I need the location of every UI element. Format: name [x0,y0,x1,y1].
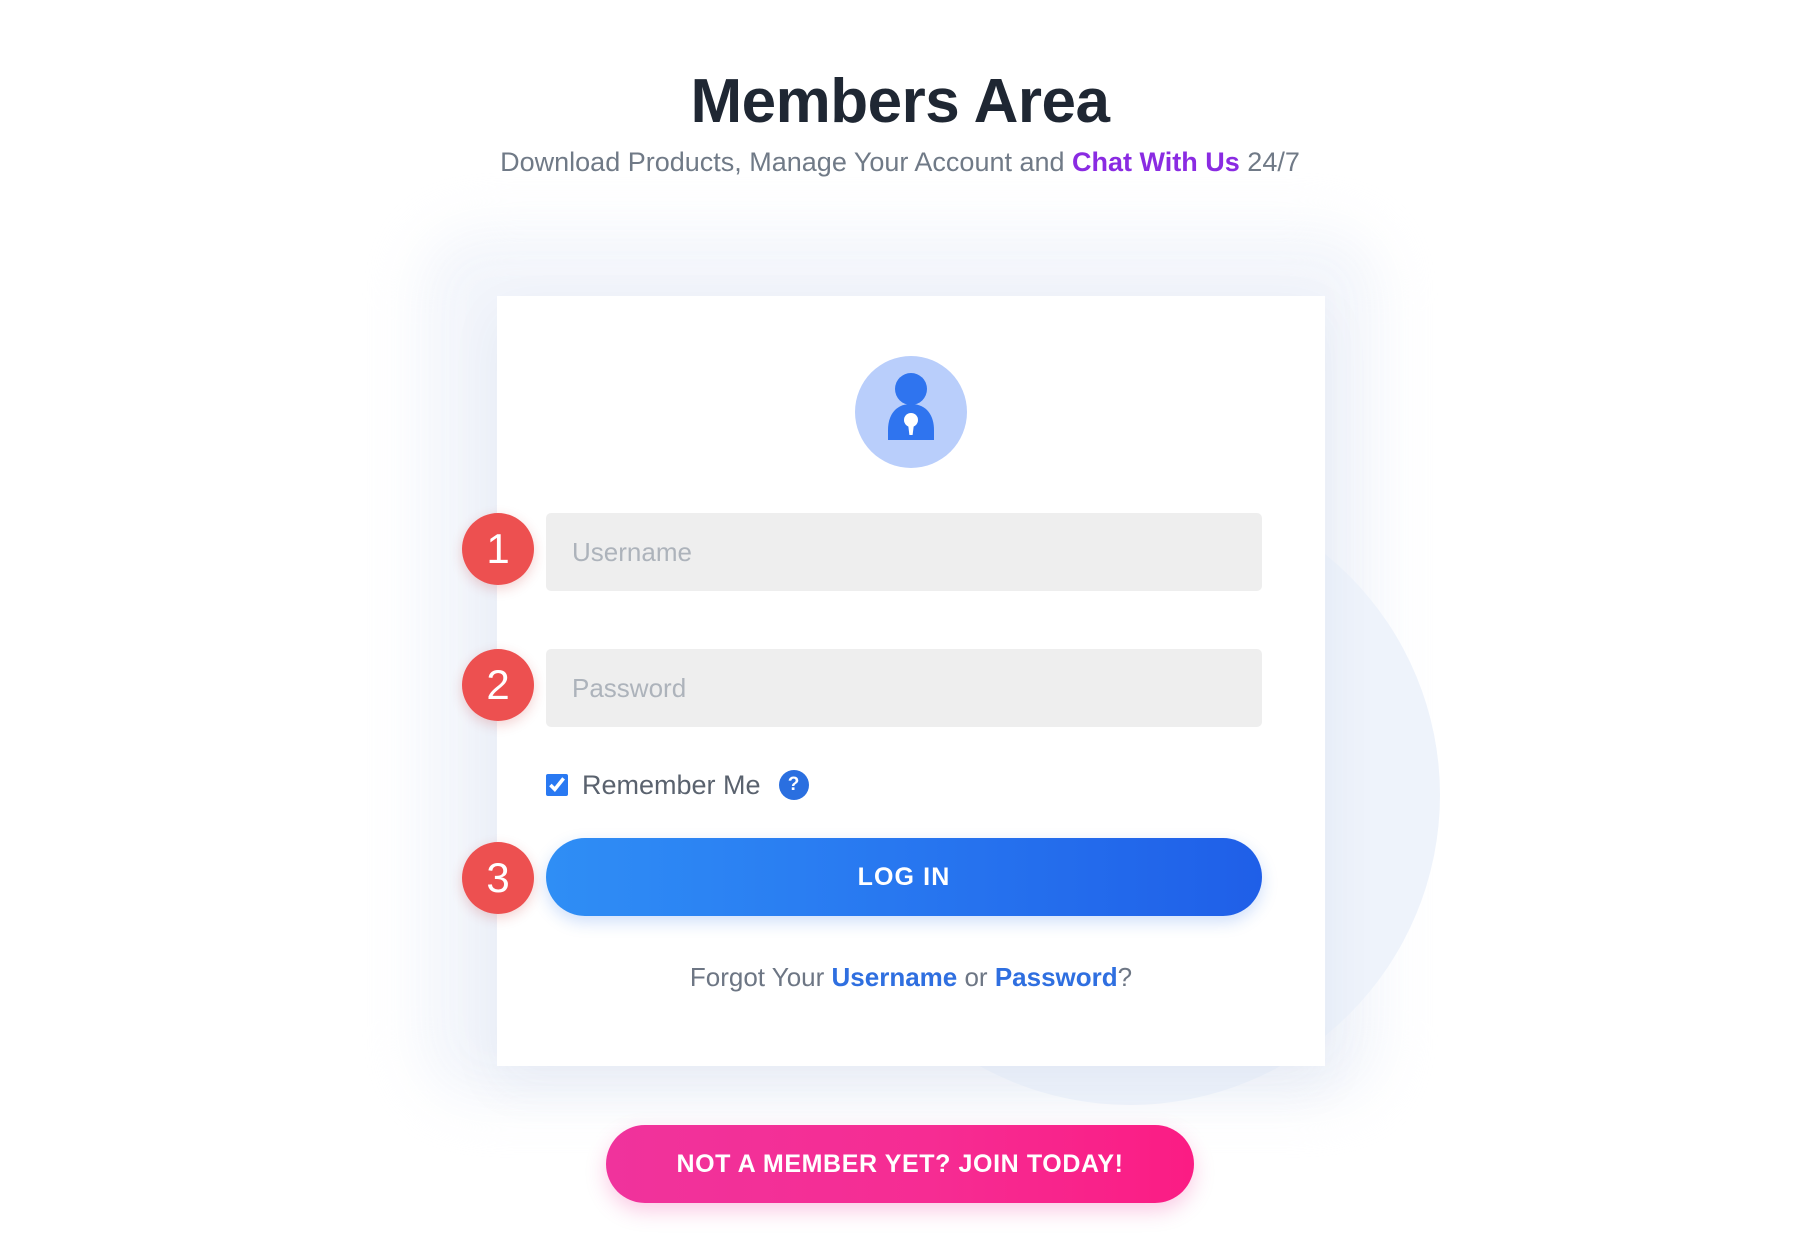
subtitle-text-before: Download Products, Manage Your Account a… [500,147,1073,177]
password-input[interactable] [546,649,1262,727]
remember-me-label: Remember Me [582,769,761,800]
remember-me-row: Remember Me ? [546,768,809,802]
forgot-username-link[interactable]: Username [832,962,958,992]
forgot-separator-text: or [957,962,995,992]
page-title: Members Area [690,66,1110,136]
forgot-password-link[interactable]: Password [995,962,1118,992]
chat-with-us-link[interactable]: Chat With Us [1072,147,1240,177]
forgot-credentials-line: Forgot Your Username or Password? [497,962,1325,993]
forgot-suffix-text: ? [1117,962,1133,992]
members-area-page: Members Area Download Products, Manage Y… [0,0,1800,1260]
join-today-button[interactable]: NOT A MEMBER YET? JOIN TODAY! [606,1125,1194,1203]
step-badge-2: 2 [462,649,534,721]
step-badge-1: 1 [462,513,534,585]
help-question-icon[interactable]: ? [778,770,809,800]
subtitle-text-after: 24/7 [1239,147,1300,177]
page-subtitle: Download Products, Manage Your Account a… [0,144,1800,182]
login-button[interactable]: LOG IN [546,838,1262,916]
step-badge-3: 3 [462,842,534,914]
remember-me-checkbox[interactable] [546,774,568,796]
forgot-prefix-text: Forgot Your [689,962,832,992]
user-lock-avatar-icon [855,356,967,468]
username-input[interactable] [546,513,1262,591]
